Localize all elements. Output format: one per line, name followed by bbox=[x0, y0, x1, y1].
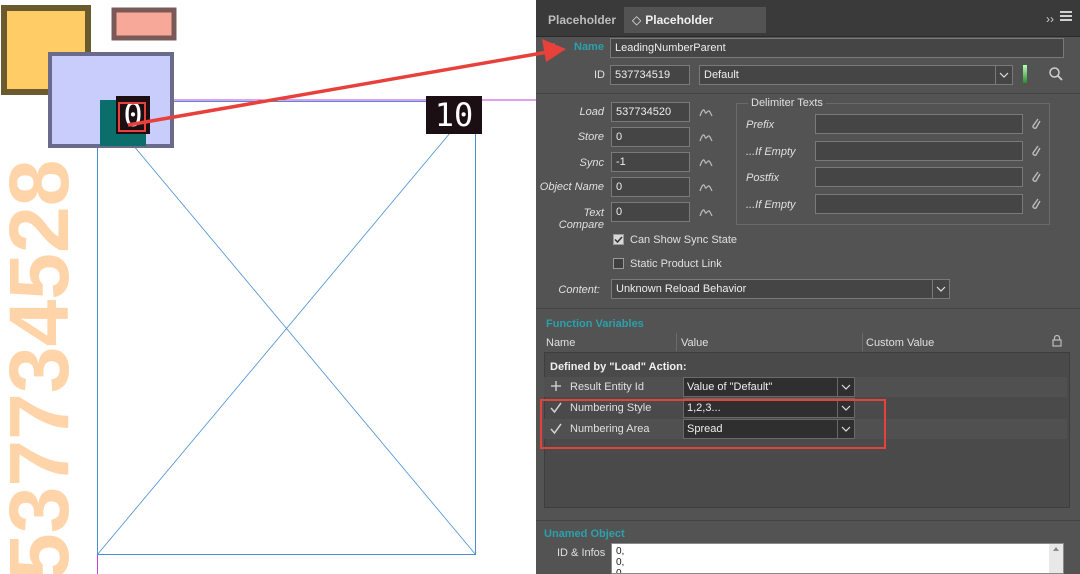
object-name-label: Object Name bbox=[539, 181, 604, 193]
tab-placeholder-options[interactable]: ◇Placeholder Options bbox=[624, 7, 766, 53]
search-icon[interactable] bbox=[1048, 66, 1064, 85]
row-name: Result Entity Id bbox=[570, 381, 644, 393]
prefix-label: Prefix bbox=[746, 119, 775, 131]
signature-icon[interactable] bbox=[698, 129, 716, 147]
status-indicator bbox=[1023, 65, 1027, 83]
divider bbox=[536, 520, 1080, 521]
signature-icon[interactable] bbox=[698, 154, 716, 172]
load-label: Load bbox=[579, 106, 604, 118]
panel-menu-icon[interactable] bbox=[1060, 11, 1072, 21]
unnamed-object-title: Unamed Object bbox=[544, 528, 625, 540]
column-divider bbox=[862, 333, 863, 351]
static-link-checkbox[interactable] bbox=[613, 258, 624, 269]
text-compare-input[interactable]: 0 bbox=[611, 202, 690, 222]
info-line: 0, bbox=[616, 568, 625, 574]
divider bbox=[536, 308, 1080, 309]
collapse-icon[interactable]: ›› bbox=[1046, 12, 1054, 26]
text-type-icon: T bbox=[546, 40, 555, 56]
load-input[interactable]: 537734520 bbox=[611, 102, 690, 122]
if-empty-input-1[interactable] bbox=[815, 141, 1023, 161]
scrollbar[interactable] bbox=[1049, 544, 1063, 573]
can-show-sync-label: Can Show Sync State bbox=[630, 234, 738, 246]
salmon-box bbox=[111, 7, 177, 41]
function-vars-title: Function Variables bbox=[546, 318, 644, 330]
group-title: Defined by "Load" Action: bbox=[550, 361, 687, 373]
name-input[interactable]: LeadingNumberParent bbox=[610, 38, 1064, 58]
id-select[interactable]: Default bbox=[699, 65, 1013, 85]
col-name-header: Name bbox=[546, 337, 576, 349]
name-label: Name bbox=[574, 41, 604, 53]
can-show-sync-checkbox[interactable] bbox=[613, 234, 624, 245]
sync-label: Sync bbox=[579, 157, 604, 169]
tab-placeholder[interactable]: Placeholder bbox=[540, 7, 624, 33]
store-label: Store bbox=[577, 131, 604, 143]
paperclip-icon[interactable] bbox=[1030, 116, 1042, 135]
if-empty-label-1: ...If Empty bbox=[746, 146, 796, 158]
info-line: 0, bbox=[616, 546, 625, 557]
id-label: ID bbox=[594, 69, 605, 81]
content-label: Content: bbox=[558, 284, 600, 296]
signature-icon[interactable] bbox=[698, 104, 716, 122]
signature-icon[interactable] bbox=[698, 204, 716, 222]
sync-input[interactable]: -1 bbox=[611, 152, 690, 172]
if-empty-input-2[interactable] bbox=[815, 194, 1023, 214]
id-infos-textarea[interactable]: 0, 0, 0, bbox=[611, 543, 1064, 574]
delimiter-title: Delimiter Texts bbox=[748, 97, 826, 109]
content-select[interactable]: Unknown Reload Behavior bbox=[611, 279, 950, 299]
postfix-input[interactable] bbox=[815, 167, 1023, 187]
row-value-select[interactable]: Value of "Default" bbox=[683, 377, 855, 397]
info-line: 0, bbox=[616, 557, 625, 568]
paperclip-icon[interactable] bbox=[1030, 196, 1042, 215]
divider bbox=[536, 93, 1080, 94]
col-value-header: Value bbox=[681, 337, 709, 349]
object-name-input[interactable]: 0 bbox=[611, 177, 690, 197]
diamond-icon: ◇ bbox=[632, 13, 642, 27]
paperclip-icon[interactable] bbox=[1030, 143, 1042, 162]
prefix-input[interactable] bbox=[815, 114, 1023, 134]
annotation-highlight-badge bbox=[118, 102, 146, 132]
annotation-highlight-rows bbox=[540, 399, 886, 449]
counter-badge-right-text: 10 bbox=[434, 96, 474, 134]
paperclip-icon[interactable] bbox=[1030, 169, 1042, 188]
static-link-label: Static Product Link bbox=[630, 258, 722, 270]
column-divider bbox=[676, 333, 677, 351]
if-empty-label-2: ...If Empty bbox=[746, 199, 796, 211]
panel-tabbar: Placeholder ◇Placeholder Options ›› bbox=[536, 0, 1080, 53]
counter-badge-right[interactable]: 10 bbox=[426, 96, 482, 134]
placeholder-options-panel: Placeholder ◇Placeholder Options ›› T Na… bbox=[536, 0, 1080, 574]
store-input[interactable]: 0 bbox=[611, 127, 690, 147]
lock-icon[interactable] bbox=[1052, 334, 1062, 351]
col-custom-header: Custom Value bbox=[866, 337, 935, 349]
vertical-number-text: 537734528 bbox=[0, 160, 86, 574]
postfix-label: Postfix bbox=[746, 172, 780, 184]
id-input[interactable]: 537734519 bbox=[610, 65, 690, 85]
vertical-number: 537734528 bbox=[0, 100, 98, 574]
chevron-down-icon bbox=[995, 66, 1012, 84]
text-compare-label: Text Compare bbox=[558, 207, 604, 231]
chevron-down-icon bbox=[837, 378, 854, 396]
id-infos-label: ID & Infos bbox=[557, 547, 606, 559]
table-row[interactable]: Result Entity Id Value of "Default" bbox=[544, 377, 1067, 397]
chevron-down-icon bbox=[932, 280, 949, 298]
layout-canvas[interactable]: 537734528 0 10 bbox=[0, 0, 536, 574]
plus-icon[interactable] bbox=[550, 380, 562, 395]
signature-icon[interactable] bbox=[698, 179, 716, 197]
